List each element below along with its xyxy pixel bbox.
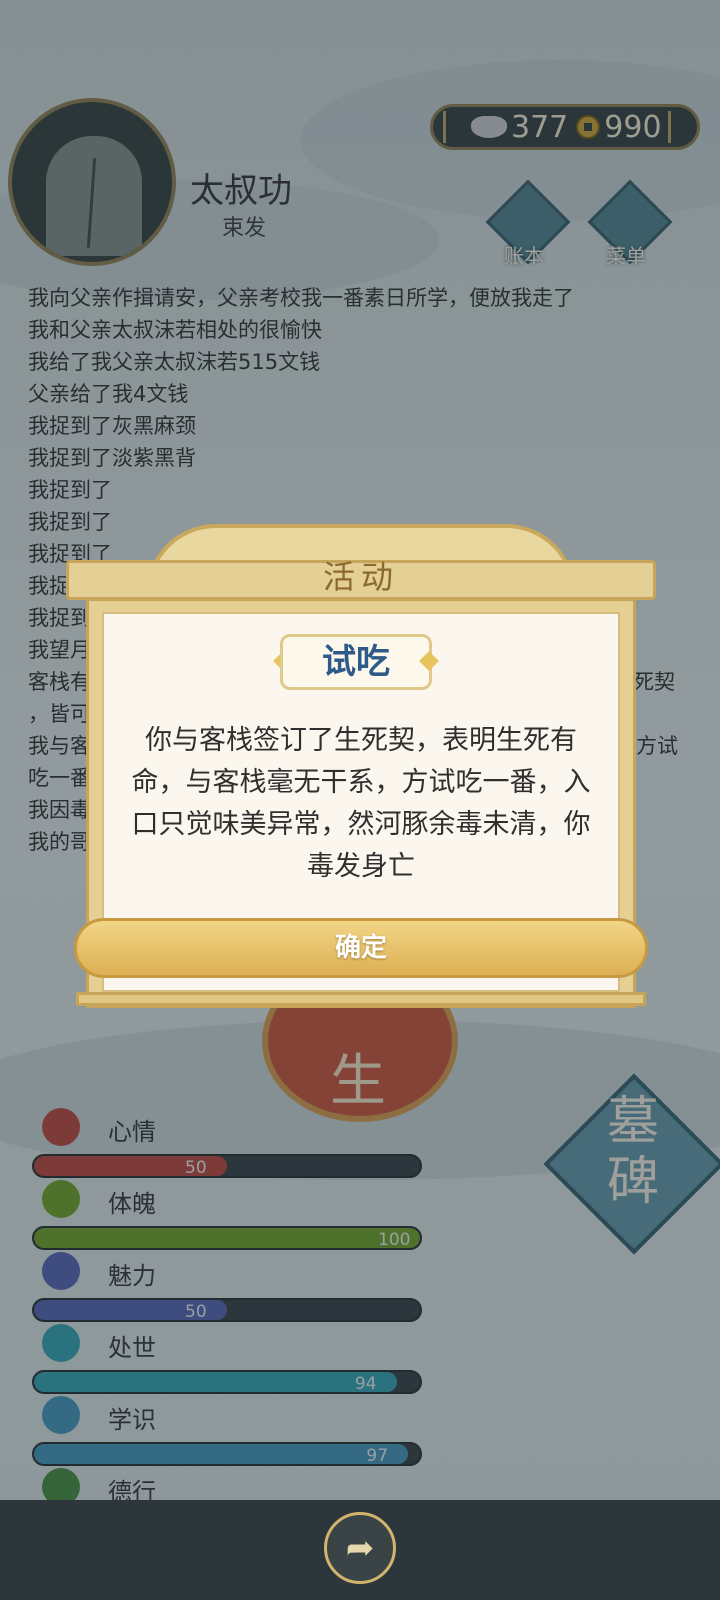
share-button[interactable]: ➦ — [324, 1512, 396, 1584]
dialog-message: 你与客栈签订了生死契，表明生死有命，与客栈毫无干系，方试吃一番，入口只觉味美异常… — [131, 725, 591, 882]
event-dialog: 活动 试吃 你与客栈签订了生死契，表明生死有命，与客栈毫无干系，方试吃一番，入口… — [66, 524, 656, 1024]
confirm-button[interactable]: 确定 — [74, 918, 648, 978]
dialog-subtitle: 试吃 — [280, 634, 432, 690]
dialog-title: 活动 — [322, 558, 399, 596]
share-icon: ➦ — [345, 1528, 375, 1568]
